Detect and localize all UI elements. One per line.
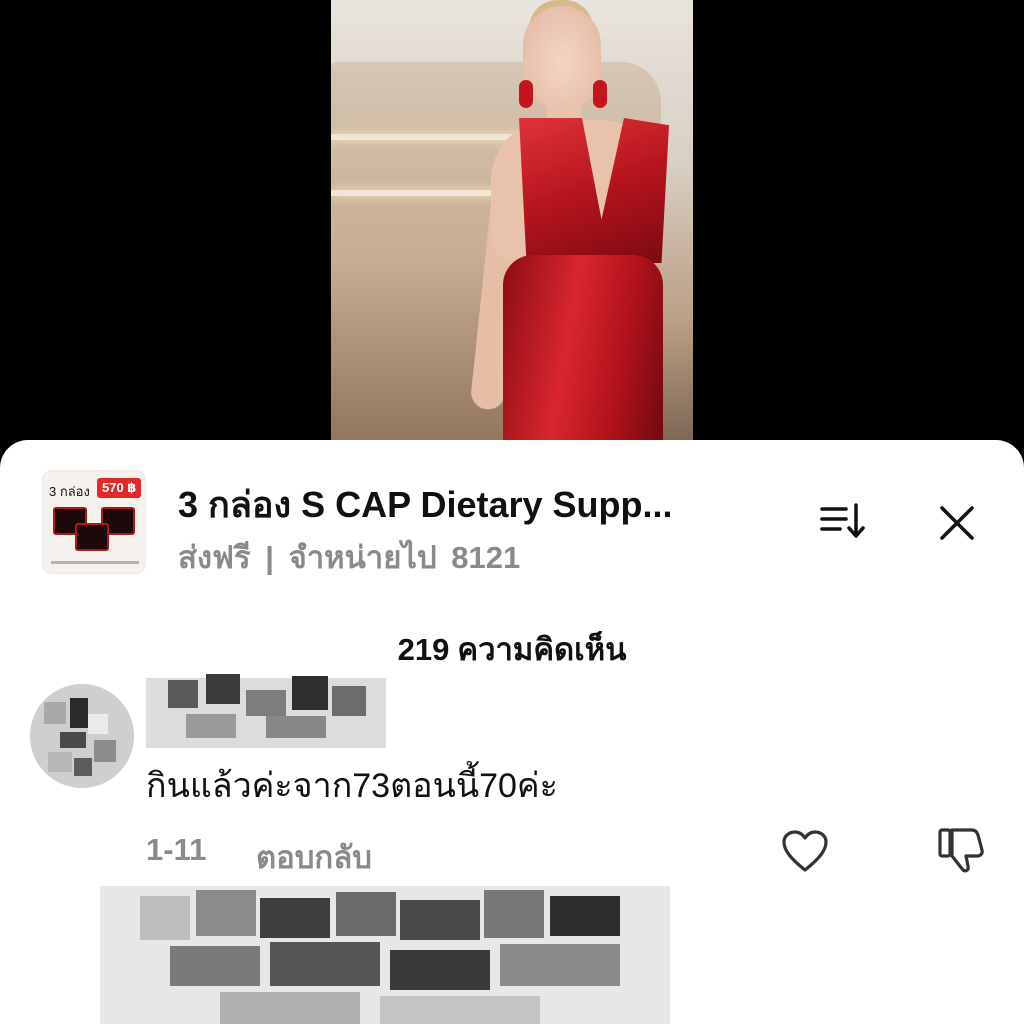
thumb-count-label: 3 กล่อง <box>49 484 90 499</box>
face <box>523 6 601 108</box>
woman-in-red-dress <box>401 0 669 470</box>
thumb-fine-print <box>51 561 139 564</box>
comments-count: 219 <box>397 632 450 667</box>
avatar[interactable] <box>30 684 134 788</box>
comments-sheet: 3 กล่อง 570 ฿ 3 กล่อง S CAP Dietary Supp… <box>0 440 1024 1024</box>
next-comment-redacted <box>100 886 670 1024</box>
shipping-label: ส่งฟรี <box>178 540 251 575</box>
comments-count-label: ความคิดเห็น <box>457 632 627 667</box>
username-redacted[interactable] <box>146 670 386 754</box>
thumbs-down-icon <box>938 828 984 873</box>
heart-icon <box>782 830 828 872</box>
product-box-image <box>75 523 109 551</box>
close-button[interactable] <box>930 496 984 550</box>
close-icon <box>940 506 974 540</box>
product-thumbnail[interactable]: 3 กล่อง 570 ฿ <box>42 470 146 574</box>
sort-icon <box>820 503 865 538</box>
sold-count: 8121 <box>451 540 521 575</box>
like-button[interactable] <box>780 828 830 874</box>
product-meta: ส่งฟรี | จำหน่ายไป 8121 <box>178 532 526 582</box>
comments-count-header: 219 ความคิดเห็น <box>0 624 1024 674</box>
reply-button[interactable]: ตอบกลับ <box>256 832 372 882</box>
meta-separator: | <box>265 540 274 575</box>
comment-text: กินแล้วค่ะจาก73ตอนนี้70ค่ะ <box>146 767 558 805</box>
sold-label: จำหน่ายไป <box>288 540 437 575</box>
video-player[interactable] <box>0 0 1024 470</box>
earring <box>593 80 607 108</box>
earring <box>519 80 533 108</box>
sort-button[interactable] <box>812 496 872 546</box>
dress-skirt <box>503 255 663 470</box>
comment-date: 1-11 <box>146 832 207 867</box>
thumb-price-badge: 570 ฿ <box>97 478 142 498</box>
product-title[interactable]: 3 กล่อง S CAP Dietary Supp... <box>178 476 778 533</box>
video-frame <box>331 0 693 470</box>
dislike-button[interactable] <box>936 826 986 874</box>
